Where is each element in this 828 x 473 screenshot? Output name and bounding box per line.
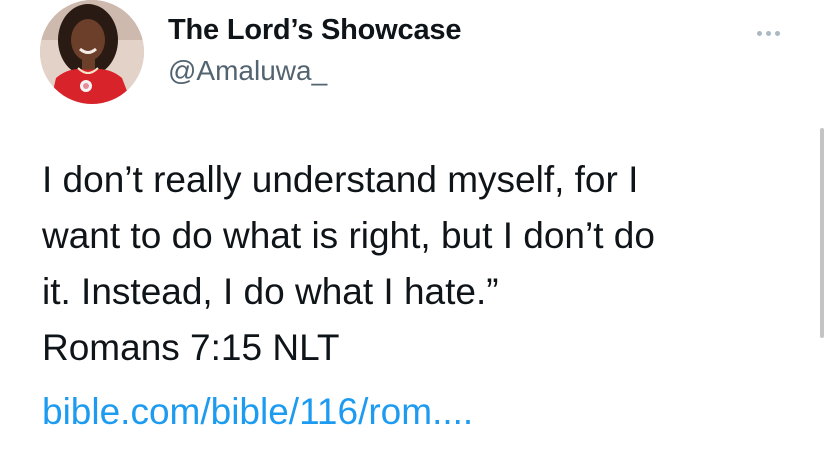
tweet-text-line: Romans 7:15 NLT bbox=[42, 327, 340, 368]
more-horizontal-icon-dot bbox=[774, 30, 780, 36]
tweet-card: The Lord’s Showcase @Amaluwa_ I don’t re… bbox=[0, 0, 828, 473]
more-options-button[interactable] bbox=[748, 22, 788, 44]
tweet-link[interactable]: bible.com/bible/116/rom.... bbox=[42, 384, 473, 440]
author-handle[interactable]: @Amaluwa_ bbox=[168, 54, 327, 88]
scrollbar[interactable] bbox=[820, 128, 824, 338]
more-horizontal-icon bbox=[756, 30, 762, 36]
tweet-text: I don’t really understand myself, for I … bbox=[42, 152, 812, 376]
more-horizontal-icon-dot bbox=[765, 30, 771, 36]
author-display-name[interactable]: The Lord’s Showcase bbox=[168, 12, 461, 48]
avatar-image bbox=[40, 0, 144, 104]
avatar[interactable] bbox=[40, 0, 144, 104]
tweet-text-line: it. Instead, I do what I hate.” bbox=[42, 271, 499, 312]
tweet-text-line: I don’t really understand myself, for I bbox=[42, 159, 639, 200]
tweet-text-line: want to do what is right, but I don’t do bbox=[42, 215, 655, 256]
